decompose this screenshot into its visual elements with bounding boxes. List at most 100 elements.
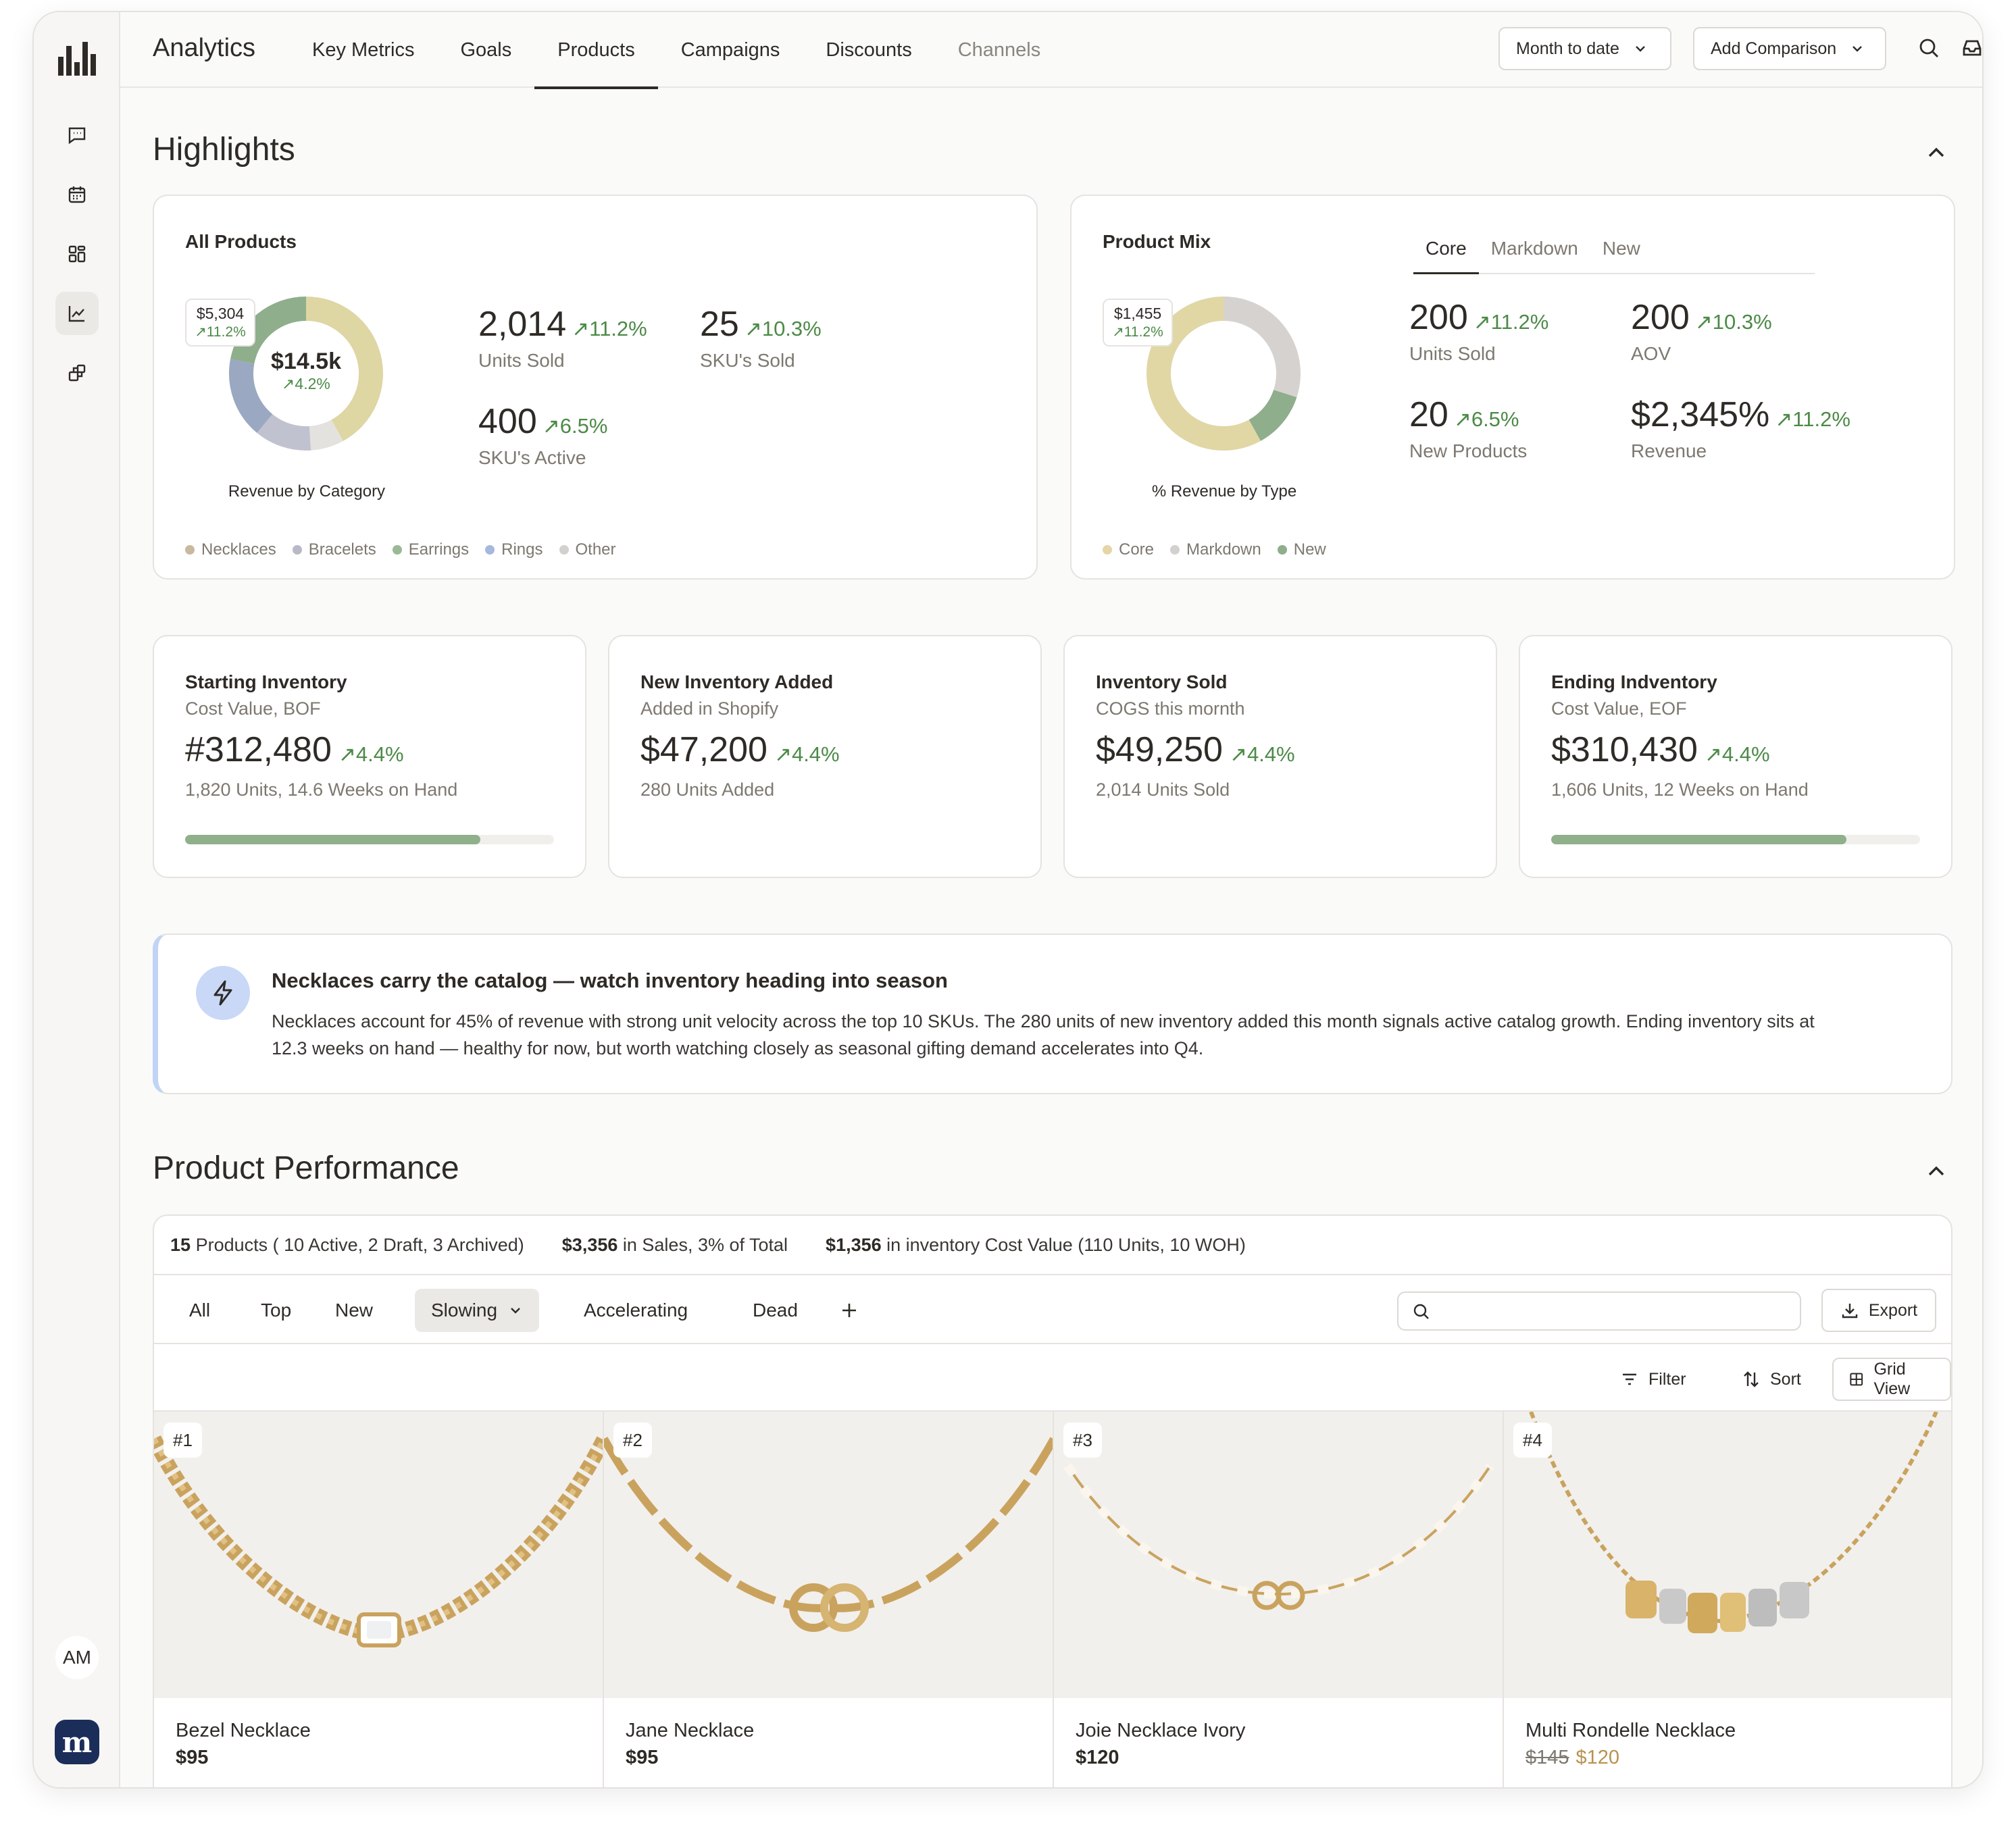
metric-skus-active: 400 ↗6.5% SKU's Active	[478, 402, 608, 468]
sort-icon	[1744, 1371, 1759, 1387]
product-name[interactable]: Jane Necklace	[626, 1720, 754, 1742]
product-image[interactable]: #2	[604, 1412, 1053, 1698]
summary-sales: $3,356 in Sales, 3% of Total	[561, 1235, 788, 1255]
filter-tab-dead[interactable]: Dead	[736, 1289, 814, 1332]
filter-icon	[1623, 1373, 1636, 1385]
insight-body: Necklaces account for 45% of revenue wit…	[272, 1011, 1815, 1058]
inventory-card-added: New Inventory Added Added in Shopify $47…	[608, 635, 1042, 878]
product-image[interactable]: #4	[1504, 1412, 1951, 1698]
donut-slice-new[interactable]	[1248, 389, 1297, 441]
product-card[interactable]: #4 Multi Rondelle Necklace $145 $120	[1504, 1412, 1951, 1787]
filter-button[interactable]: Filter	[1605, 1358, 1701, 1401]
product-card[interactable]: #1 Bezel Necklace $95	[154, 1412, 604, 1787]
donut-slice-other[interactable]	[309, 419, 343, 451]
comparison-label: Add Comparison	[1711, 39, 1837, 58]
nav-discounts[interactable]: Discounts	[803, 12, 934, 88]
inventory-value: $310,430 ↗4.4%	[1551, 730, 1770, 769]
apps-icon[interactable]	[55, 351, 99, 394]
product-image[interactable]: #1	[154, 1412, 603, 1698]
product-search-input[interactable]	[1397, 1291, 1801, 1331]
product-price: $95	[176, 1747, 209, 1768]
nav-campaigns[interactable]: Campaigns	[658, 12, 803, 88]
lightning-icon	[196, 966, 250, 1020]
filter-tab-accelerating[interactable]: Accelerating	[568, 1289, 704, 1332]
chevron-down-icon	[511, 1308, 520, 1314]
sort-button[interactable]: Sort	[1727, 1358, 1816, 1401]
inventory-progress-bar	[185, 835, 554, 844]
product-price: $120	[1076, 1747, 1119, 1768]
chat-icon[interactable]	[55, 113, 99, 157]
inventory-subtitle: Added in Shopify	[640, 698, 779, 719]
inventory-card-starting: Starting Inventory Cost Value, BOF #312,…	[153, 635, 586, 878]
grid-view-button[interactable]: Grid View	[1832, 1358, 1951, 1401]
legend-item: Core	[1103, 540, 1154, 559]
donut-badge-value: $5,304	[196, 305, 245, 322]
calendar-icon[interactable]	[55, 173, 99, 216]
product-name[interactable]: Bezel Necklace	[176, 1720, 311, 1742]
necklace-image-icon	[154, 1435, 603, 1647]
legend-item: Rings	[485, 540, 543, 559]
inventory-subtitle: COGS this mornth	[1096, 698, 1245, 719]
product-card[interactable]: #2 Jane Necklace $95	[604, 1412, 1054, 1787]
metric-new-products: 20 ↗6.5% New Products	[1409, 395, 1528, 461]
legend-item: Earrings	[392, 540, 469, 559]
add-filter-button[interactable]	[824, 1289, 874, 1332]
legend-item: New	[1277, 540, 1326, 559]
donut-badge-change: ↗11.2%	[195, 324, 246, 340]
dashboard-icon[interactable]	[55, 232, 99, 276]
donut-slice-bracelets[interactable]	[257, 413, 311, 451]
inbox-icon[interactable]	[1961, 36, 1984, 59]
inventory-value: $49,250 ↗4.4%	[1096, 730, 1295, 769]
nav-channels[interactable]: Channels	[935, 12, 1064, 88]
donut-slice-markdown[interactable]	[1223, 297, 1301, 398]
inventory-title: Ending Indventory	[1551, 671, 1717, 692]
nav-products[interactable]: Products	[534, 12, 659, 89]
main-nav: Key Metrics Goals Products Campaigns Dis…	[289, 12, 1064, 89]
tab-core[interactable]: Core	[1413, 238, 1479, 274]
donut-slice-core[interactable]	[1146, 297, 1261, 451]
analytics-icon[interactable]	[55, 292, 99, 335]
nav-key-metrics[interactable]: Key Metrics	[289, 12, 437, 88]
product-price: $145 $120	[1526, 1747, 1620, 1768]
metric-aov: 200 ↗10.3% AOV	[1631, 298, 1772, 364]
insight-title: Necklaces carry the catalog — watch inve…	[272, 969, 948, 992]
inventory-title: New Inventory Added	[640, 671, 834, 692]
search-icon[interactable]	[1917, 36, 1940, 59]
chevron-down-icon	[1636, 46, 1645, 52]
filter-row: All Top New Slowing Accelerating Dead Ex…	[154, 1274, 1951, 1344]
product-image[interactable]: #3	[1054, 1412, 1503, 1698]
chevron-up-icon[interactable]	[1923, 1158, 1950, 1185]
inventory-value: #312,480 ↗4.4%	[185, 730, 404, 769]
product-rank: #1	[163, 1423, 202, 1458]
category-legend: Necklaces Bracelets Earrings Rings Other	[185, 540, 616, 559]
grid-icon	[1850, 1373, 1863, 1386]
export-button[interactable]: Export	[1821, 1289, 1936, 1332]
product-performance-title: Product Performance	[153, 1150, 459, 1186]
download-icon	[1842, 1304, 1858, 1318]
user-avatar[interactable]: AM	[55, 1636, 99, 1679]
donut-center: $14.5k ↗4.2%	[220, 349, 392, 393]
filter-tab-top[interactable]: Top	[245, 1289, 307, 1332]
product-name[interactable]: Joie Necklace Ivory	[1076, 1720, 1245, 1742]
chevron-up-icon[interactable]	[1923, 139, 1950, 166]
date-range-label: Month to date	[1516, 39, 1619, 58]
filter-tab-new[interactable]: New	[319, 1289, 389, 1332]
tab-new[interactable]: New	[1590, 238, 1653, 273]
inventory-title: Starting Inventory	[185, 671, 347, 692]
date-range-dropdown[interactable]: Month to date	[1498, 27, 1671, 70]
app-logo-icon[interactable]	[58, 42, 96, 76]
product-name[interactable]: Multi Rondelle Necklace	[1526, 1720, 1736, 1742]
app-window: AM m Analytics Key Metrics Goals Product…	[32, 11, 1984, 1789]
filter-tab-slowing[interactable]: Slowing	[415, 1289, 540, 1332]
product-mix-title: Product Mix	[1103, 231, 1211, 252]
product-rank: #2	[613, 1423, 652, 1458]
filter-tab-all[interactable]: All	[173, 1289, 226, 1332]
necklace-image-icon	[1063, 1463, 1494, 1610]
product-card[interactable]: #3 Joie Necklace Ivory $120	[1054, 1412, 1504, 1787]
brand-logo[interactable]: m	[55, 1720, 99, 1764]
necklace-image-icon	[1529, 1412, 1938, 1633]
tab-markdown[interactable]: Markdown	[1479, 238, 1590, 273]
inventory-subtitle: Cost Value, EOF	[1551, 698, 1687, 719]
nav-goals[interactable]: Goals	[437, 12, 534, 88]
add-comparison-dropdown[interactable]: Add Comparison	[1693, 27, 1886, 70]
